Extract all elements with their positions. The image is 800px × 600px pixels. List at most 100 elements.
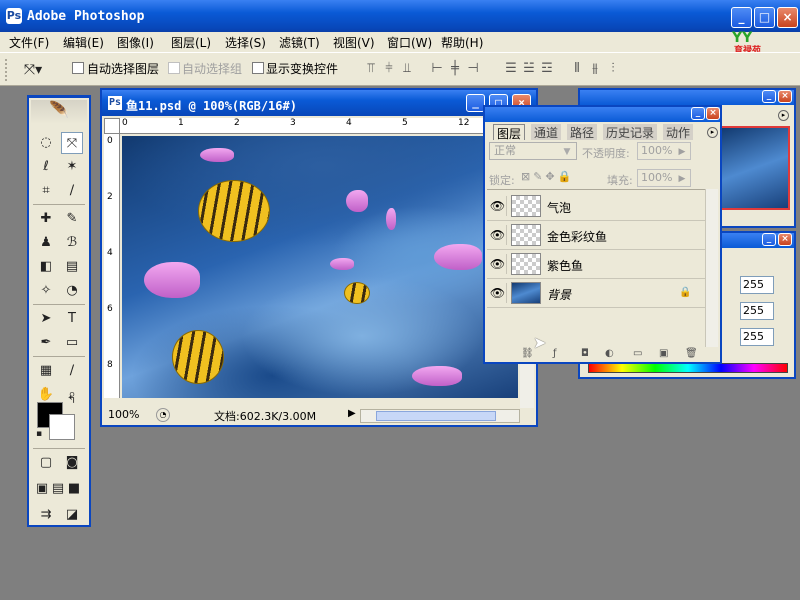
brush-tool-icon[interactable]: ✎ (61, 208, 83, 230)
visibility-eye-icon[interactable]: 👁 (489, 283, 507, 303)
new-layer-icon[interactable]: ▣ (659, 348, 668, 359)
layer-style-icon[interactable]: ƒ (553, 348, 557, 359)
opacity-slider-arrow-icon[interactable]: ▶ (675, 144, 689, 158)
lasso-tool-icon[interactable]: ℓ (35, 156, 57, 178)
navigator-minimize-button[interactable]: _ (762, 90, 776, 103)
eraser-tool-icon[interactable]: ◧ (35, 256, 57, 278)
menu-help[interactable]: 帮助(H) (441, 34, 483, 51)
menu-edit[interactable]: 编辑(E) (63, 34, 104, 51)
menu-view[interactable]: 视图(V) (333, 34, 375, 51)
red-value-input[interactable]: 255 (740, 276, 774, 294)
layer-row-background[interactable]: 👁 背景 🔒 (487, 279, 705, 308)
ruler-origin[interactable] (104, 118, 120, 134)
zoom-level[interactable]: 100% (108, 408, 139, 421)
lock-options-icons[interactable]: ⊠✎✥🔒 (521, 170, 574, 183)
color-panel-close-button[interactable]: × (778, 233, 792, 246)
notes-tool-icon[interactable]: ▦ (35, 360, 57, 382)
link-layers-icon[interactable]: ⛓ (521, 348, 534, 359)
eyedropper-tool-icon[interactable]: ∕ (61, 360, 83, 382)
layer-row-bubbles[interactable]: 👁 气泡 (487, 192, 705, 221)
status-menu-icon[interactable]: ◔ (156, 408, 170, 422)
menu-file[interactable]: 文件(F) (9, 34, 49, 51)
document-horizontal-scrollbar[interactable] (360, 409, 520, 423)
blue-value-input[interactable]: 255 (740, 328, 774, 346)
layer-mask-icon[interactable]: ◘ (581, 348, 589, 359)
visibility-eye-icon[interactable]: 👁 (489, 225, 507, 245)
type-tool-icon[interactable]: T (61, 308, 83, 330)
visibility-eye-icon[interactable]: 👁 (489, 254, 507, 274)
jump-to-imageready-icon[interactable]: ⇉ (35, 504, 57, 526)
default-colors-icon[interactable]: ▪ (33, 428, 45, 440)
visibility-eye-icon[interactable]: 👁 (489, 196, 507, 216)
navigator-close-button[interactable]: × (778, 90, 792, 103)
minimize-button[interactable]: _ (731, 7, 752, 28)
move-tool-preset-icon[interactable]: ⤧▾ (22, 59, 44, 81)
color-panel-minimize-button[interactable]: _ (762, 233, 776, 246)
tab-history[interactable]: 历史记录 (603, 124, 658, 140)
navigator-thumbnail[interactable] (720, 126, 790, 210)
menu-image[interactable]: 图像(I) (117, 34, 154, 51)
close-button[interactable]: × (777, 7, 798, 28)
healing-brush-tool-icon[interactable]: ✚ (35, 208, 57, 230)
navigator-menu-icon[interactable]: ▸ (778, 110, 789, 121)
history-brush-tool-icon[interactable]: ℬ (61, 232, 83, 254)
slice-tool-icon[interactable]: ∕ (61, 180, 83, 202)
show-transform-checkbox[interactable] (252, 62, 264, 74)
screen-mode-full-icon[interactable]: ■ (65, 478, 83, 500)
move-tool-icon[interactable]: ⤧ (61, 132, 83, 154)
clone-stamp-tool-icon[interactable]: ♟ (35, 232, 57, 254)
layer-list-scrollbar[interactable] (705, 189, 718, 347)
imageready-icon[interactable]: ◪ (61, 504, 83, 526)
distribute-bottom-icon[interactable]: ☲ (536, 61, 558, 77)
adjustment-layer-icon[interactable]: ◐ (605, 348, 614, 359)
restore-button[interactable]: □ (754, 7, 775, 28)
menu-select[interactable]: 选择(S) (225, 34, 266, 51)
align-bottom-icon[interactable]: ⫫ (396, 61, 418, 77)
fill-input[interactable]: 100% ▶ (637, 169, 691, 187)
opacity-input[interactable]: 100% ▶ (637, 142, 691, 160)
gradient-tool-icon[interactable]: ▤ (61, 256, 83, 278)
color-spectrum-bar[interactable] (588, 363, 788, 373)
tab-actions[interactable]: 动作 (663, 124, 694, 140)
menu-window[interactable]: 窗口(W) (387, 34, 432, 51)
layer-row-golden-fish[interactable]: 👁 金色彩纹鱼 (487, 221, 705, 250)
scrollbar-thumb[interactable] (376, 411, 496, 421)
document-titlebar[interactable]: Ps 鱼11.psd @ 100%(RGB/16#) _ □ × (102, 90, 536, 116)
tab-layers[interactable]: 图层 (493, 124, 526, 141)
tab-paths[interactable]: 路径 (567, 124, 598, 140)
menu-layer[interactable]: 图层(L) (171, 34, 211, 51)
status-expand-arrow-icon[interactable]: ▶ (348, 408, 356, 419)
tab-channels[interactable]: 通道 (531, 124, 562, 140)
marquee-tool-icon[interactable]: ◌ (35, 132, 57, 154)
blend-mode-select[interactable]: 正常 ▼ (489, 142, 577, 160)
quick-mask-mode-icon[interactable]: ◙ (61, 452, 83, 474)
green-value-input[interactable]: 255 (740, 302, 774, 320)
standard-mode-icon[interactable]: ▢ (35, 452, 57, 474)
layer-row-purple-fish[interactable]: 👁 紫色鱼 (487, 250, 705, 279)
blur-tool-icon[interactable]: ✧ (35, 280, 57, 302)
pen-tool-icon[interactable]: ✒ (35, 332, 57, 354)
auto-select-layer-checkbox[interactable] (72, 62, 84, 74)
auto-select-group-checkbox[interactable] (168, 62, 180, 74)
menu-filter[interactable]: 滤镜(T) (279, 34, 320, 51)
new-group-icon[interactable]: ▭ (633, 348, 642, 359)
dodge-tool-icon[interactable]: ◔ (61, 280, 83, 302)
crop-tool-icon[interactable]: ⌗ (35, 180, 57, 202)
path-selection-tool-icon[interactable]: ➤ (35, 308, 57, 330)
layers-panel-menu-icon[interactable]: ▸ (707, 127, 718, 138)
magic-wand-tool-icon[interactable]: ✶ (61, 156, 83, 178)
vertical-ruler[interactable]: 0 2 4 6 8 (104, 134, 120, 398)
image-canvas[interactable] (122, 136, 518, 398)
distribute-right-icon[interactable]: ⫶ (602, 61, 624, 77)
background-color-swatch[interactable] (49, 414, 75, 440)
align-right-icon[interactable]: ⊣ (462, 61, 484, 77)
horizontal-ruler[interactable]: 0 1 2 3 4 5 12 (120, 118, 518, 134)
layers-panel-close-button[interactable]: × (706, 107, 720, 120)
fill-slider-arrow-icon[interactable]: ▶ (675, 171, 689, 185)
layers-panel-minimize-button[interactable]: _ (691, 107, 705, 120)
layers-panel-titlebar[interactable] (485, 107, 720, 122)
shape-tool-icon[interactable]: ▭ (61, 332, 83, 354)
delete-layer-icon[interactable]: 🗑 (685, 348, 698, 359)
swap-colors-icon[interactable]: ↰ (65, 394, 79, 408)
options-grip[interactable] (5, 59, 9, 81)
